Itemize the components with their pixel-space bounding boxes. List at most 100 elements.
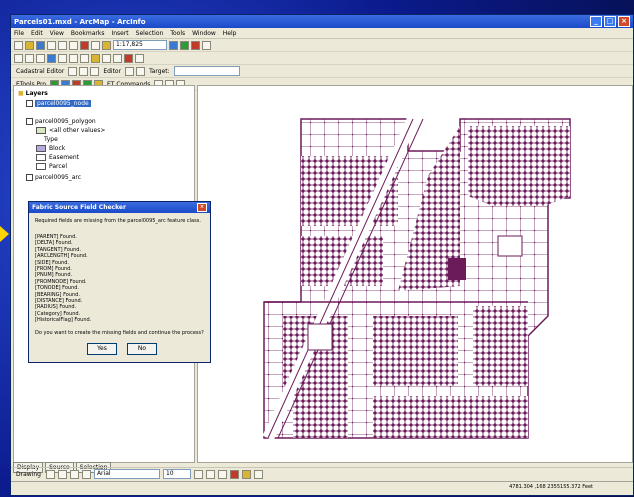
drawing-menu[interactable]: Drawing <box>16 471 41 478</box>
font-size-combo[interactable]: 10 <box>162 469 191 479</box>
text-icon[interactable] <box>81 469 91 479</box>
select-icon[interactable] <box>80 53 89 63</box>
layer-label: parcel0095_arc <box>35 174 82 181</box>
parcel-block <box>373 316 458 386</box>
new-icon[interactable] <box>14 40 23 50</box>
font-combo[interactable]: Arial <box>93 469 160 479</box>
maximize-icon[interactable]: □ <box>604 16 616 27</box>
yes-button[interactable]: Yes <box>87 343 117 355</box>
catalog-icon[interactable] <box>191 40 200 50</box>
font-color-icon[interactable] <box>229 469 239 479</box>
menu-window[interactable]: Window <box>192 30 216 37</box>
menu-bookmarks[interactable]: Bookmarks <box>71 30 105 37</box>
full-extent-icon[interactable] <box>47 53 56 63</box>
status-coordinates: 4781.304 ,168 2355155.372 Feet <box>509 484 593 490</box>
forward-icon[interactable] <box>69 53 78 63</box>
menu-selection[interactable]: Selection <box>136 30 164 37</box>
legend-easement: Easement <box>36 154 79 161</box>
cogo-icon[interactable] <box>79 66 89 76</box>
hyperlink-icon[interactable] <box>124 53 133 63</box>
dialog-question: Do you want to create the missing fields… <box>35 330 204 336</box>
zoom-in-icon[interactable] <box>14 53 23 63</box>
target-label: Target: <box>149 67 170 75</box>
measure-icon[interactable] <box>113 53 122 63</box>
open-parcel <box>497 235 523 257</box>
toc-layer-polygon[interactable]: parcel0095_polygon <box>26 118 96 125</box>
arctoolbox-icon[interactable] <box>180 40 189 50</box>
layer-checkbox[interactable] <box>26 118 33 125</box>
toc-layer-node[interactable]: parcel0095_node <box>26 100 91 107</box>
print-icon[interactable] <box>47 40 56 50</box>
legend-block: Block <box>36 145 65 152</box>
fabric-source-field-checker-dialog: Fabric Source Field Checker × Required f… <box>28 201 211 363</box>
delete-icon[interactable] <box>80 40 89 50</box>
tools-toolbar <box>11 52 633 65</box>
underline-icon[interactable] <box>217 469 227 479</box>
copy-icon[interactable] <box>69 40 78 50</box>
menu-view[interactable]: View <box>50 30 64 37</box>
whats-this-icon[interactable] <box>202 40 211 50</box>
scale-combo[interactable]: 1:17,825 <box>113 40 167 50</box>
field-item: [ARCLENGTH] Found. <box>35 253 88 260</box>
dialog-message: Required fields are missing from the par… <box>35 218 201 224</box>
bold-icon[interactable] <box>193 469 203 479</box>
add-data-icon[interactable] <box>102 40 111 50</box>
edit-tool-icon[interactable] <box>125 66 135 76</box>
legend-swatch <box>36 145 46 152</box>
cut-icon[interactable] <box>58 40 67 50</box>
close-icon[interactable]: × <box>618 16 630 27</box>
editor-menu[interactable]: Editor <box>103 68 121 75</box>
italic-icon[interactable] <box>205 469 215 479</box>
map-view[interactable] <box>197 85 633 463</box>
pointer-arrow-icon <box>0 226 9 242</box>
find-icon[interactable] <box>102 53 111 63</box>
toc-layer-arc[interactable]: parcel0095_arc <box>26 174 81 181</box>
drawing-toolbar: Drawing Arial 10 <box>11 467 633 480</box>
zoom-out-icon[interactable] <box>25 53 34 63</box>
join-icon[interactable] <box>90 66 100 76</box>
layer-label: parcel0095_polygon <box>35 118 96 125</box>
legend-swatch <box>36 127 46 134</box>
fabric-icon[interactable] <box>68 66 78 76</box>
layout-icon[interactable] <box>135 53 144 63</box>
pan-icon[interactable] <box>36 53 45 63</box>
menu-tools[interactable]: Tools <box>170 30 185 37</box>
legend-label: <all other values> <box>49 127 106 134</box>
layer-checkbox[interactable] <box>26 174 33 181</box>
sketch-tool-icon[interactable] <box>136 66 146 76</box>
legend-label: Easement <box>49 154 79 161</box>
field-item: [HistoricalFlag] Found. <box>35 317 92 324</box>
standard-toolbar: 1:17,825 <box>11 39 633 52</box>
back-icon[interactable] <box>58 53 67 63</box>
menu-edit[interactable]: Edit <box>31 30 43 37</box>
rotate-icon[interactable] <box>57 469 67 479</box>
parcel-block-solid <box>448 258 466 280</box>
menu-help[interactable]: Help <box>223 30 237 37</box>
menu-bar: File Edit View Bookmarks Insert Selectio… <box>11 28 633 39</box>
target-combo[interactable] <box>173 66 240 76</box>
layer-checkbox[interactable] <box>26 100 33 107</box>
minimize-icon[interactable]: _ <box>590 16 602 27</box>
dialog-title-bar: Fabric Source Field Checker × <box>29 202 210 213</box>
open-icon[interactable] <box>25 40 34 50</box>
menu-insert[interactable]: Insert <box>111 30 128 37</box>
legend-label: Parcel <box>49 163 68 170</box>
line-color-icon[interactable] <box>253 469 263 479</box>
legend-parcel: Parcel <box>36 163 67 170</box>
legend-type-heading: Type <box>44 136 58 143</box>
undo-icon[interactable] <box>91 40 100 50</box>
layers-folder-icon: ■ <box>18 90 24 97</box>
rectangle-icon[interactable] <box>69 469 79 479</box>
no-button[interactable]: No <box>127 343 157 355</box>
cadastral-editor-label[interactable]: Cadastral Editor <box>16 68 64 75</box>
identify-icon[interactable] <box>91 53 100 63</box>
select-elements-icon[interactable] <box>45 469 55 479</box>
close-icon[interactable]: × <box>197 203 207 212</box>
save-icon[interactable] <box>36 40 45 50</box>
menu-file[interactable]: File <box>14 30 24 37</box>
parcel-block <box>473 306 528 386</box>
window-title: Parcels01.mxd - ArcMap - ArcInfo <box>14 17 146 26</box>
layers-root[interactable]: ■ Layers <box>18 90 48 97</box>
fill-color-icon[interactable] <box>241 469 251 479</box>
editor-toolbar-icon[interactable] <box>169 40 178 50</box>
